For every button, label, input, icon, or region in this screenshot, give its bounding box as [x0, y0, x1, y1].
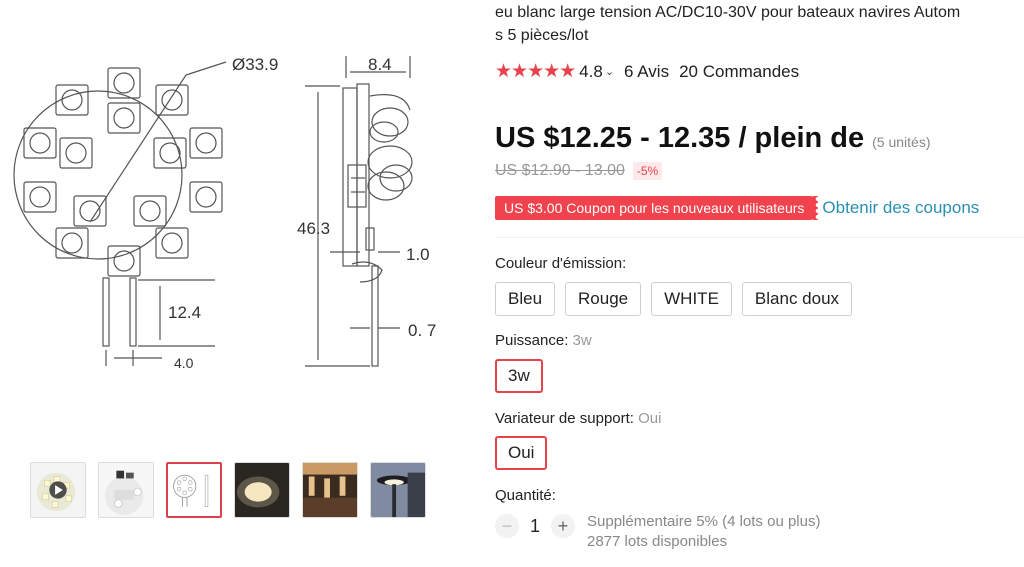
power-label: Puissance: 3w	[495, 332, 592, 349]
star-icon: ★★★★★	[495, 61, 576, 82]
quantity-increase-button[interactable]: +	[551, 514, 575, 538]
orders-count: 20 Commandes	[679, 61, 800, 81]
thumbnail-video[interactable]	[30, 462, 86, 518]
quantity-stepper: − 1 +	[495, 514, 575, 538]
power-option-3w[interactable]: 3w	[495, 359, 543, 393]
main-product-image: Ø33.9 8.4 46.3 12.4 1.0 0. 7 4.0	[0, 0, 460, 450]
reviews-link[interactable]: 6 Avis	[624, 62, 669, 82]
dim-pin-spacing: 4.0	[174, 355, 194, 371]
dimmer-label-text: Variateur de support:	[495, 410, 639, 427]
old-price-row: US $12.90 - 13.00 -5%	[495, 162, 663, 180]
rating-row: ★★★★★ 4.8 ⌄ 6 Avis 20 Commandes	[495, 60, 799, 83]
product-title-line-2: s 5 pièces/lot	[495, 27, 589, 44]
thumbnail-5[interactable]	[302, 462, 358, 518]
coupon-row: US $3.00 Coupon pour les nouveaux utilis…	[495, 196, 979, 220]
quantity-label: Quantité:	[495, 487, 556, 504]
color-option-white[interactable]: WHITE	[651, 282, 732, 316]
price-row: US $12.25 - 12.35 / plein de (5 unités)	[495, 122, 931, 155]
power-selected-value: 3w	[572, 332, 592, 349]
bulk-discount-info: Supplémentaire 5% (4 lots ou plus)	[587, 513, 821, 530]
color-label: Couleur d'émission:	[495, 255, 627, 272]
product-title-line-1: eu blanc large tension AC/DC10-30V pour …	[495, 4, 961, 21]
quantity-info: Supplémentaire 5% (4 lots ou plus) 2877 …	[587, 512, 820, 552]
chevron-down-icon[interactable]: ⌄	[605, 65, 614, 78]
dimmer-option-oui[interactable]: Oui	[495, 436, 548, 470]
dim-diameter: Ø33.9	[232, 55, 278, 74]
get-coupons-link[interactable]: Obtenir des coupons	[822, 198, 979, 218]
color-options: Bleu Rouge WHITE Blanc doux	[495, 282, 853, 316]
dim-pin-thickness: 0. 7	[408, 321, 436, 340]
thumbnail-6[interactable]	[370, 462, 426, 518]
divider	[495, 237, 1024, 238]
power-label-text: Puissance:	[495, 332, 573, 349]
coupon-badge: US $3.00 Coupon pour les nouveaux utilis…	[495, 196, 819, 220]
quantity-input[interactable]: 1	[519, 516, 551, 537]
quantity-decrease-button[interactable]: −	[495, 514, 519, 538]
thumbnail-3-selected[interactable]	[166, 462, 222, 518]
stock-available: 2877 lots disponibles	[587, 533, 728, 550]
led-dimension-drawing: Ø33.9 8.4 46.3 12.4 1.0 0. 7 4.0	[13, 55, 436, 371]
price: US $12.25 - 12.35 / plein de	[495, 122, 865, 154]
thumbnail-2[interactable]	[98, 462, 154, 518]
thumbnail-4[interactable]	[234, 462, 290, 518]
dimmer-options: Oui	[495, 436, 548, 470]
dim-pin-length: 12.4	[168, 303, 201, 322]
dim-pin-offset: 1.0	[406, 245, 430, 264]
dimmer-selected-value: Oui	[638, 410, 662, 427]
price-units: (5 unités)	[872, 134, 931, 150]
dim-depth: 8.4	[368, 55, 392, 74]
rating-value[interactable]: 4.8	[579, 62, 603, 82]
thumbnail-strip	[30, 462, 426, 518]
old-price: US $12.90 - 13.00	[495, 162, 625, 179]
dimmer-label: Variateur de support: Oui	[495, 410, 661, 427]
color-option-rouge[interactable]: Rouge	[565, 282, 642, 316]
color-option-bleu[interactable]: Bleu	[495, 282, 556, 316]
color-option-blanc-doux[interactable]: Blanc doux	[741, 282, 853, 316]
dim-height: 46.3	[297, 219, 330, 238]
product-info-panel: eu blanc large tension AC/DC10-30V pour …	[495, 0, 1024, 567]
power-options: 3w	[495, 359, 543, 393]
discount-badge: -5%	[632, 162, 663, 180]
